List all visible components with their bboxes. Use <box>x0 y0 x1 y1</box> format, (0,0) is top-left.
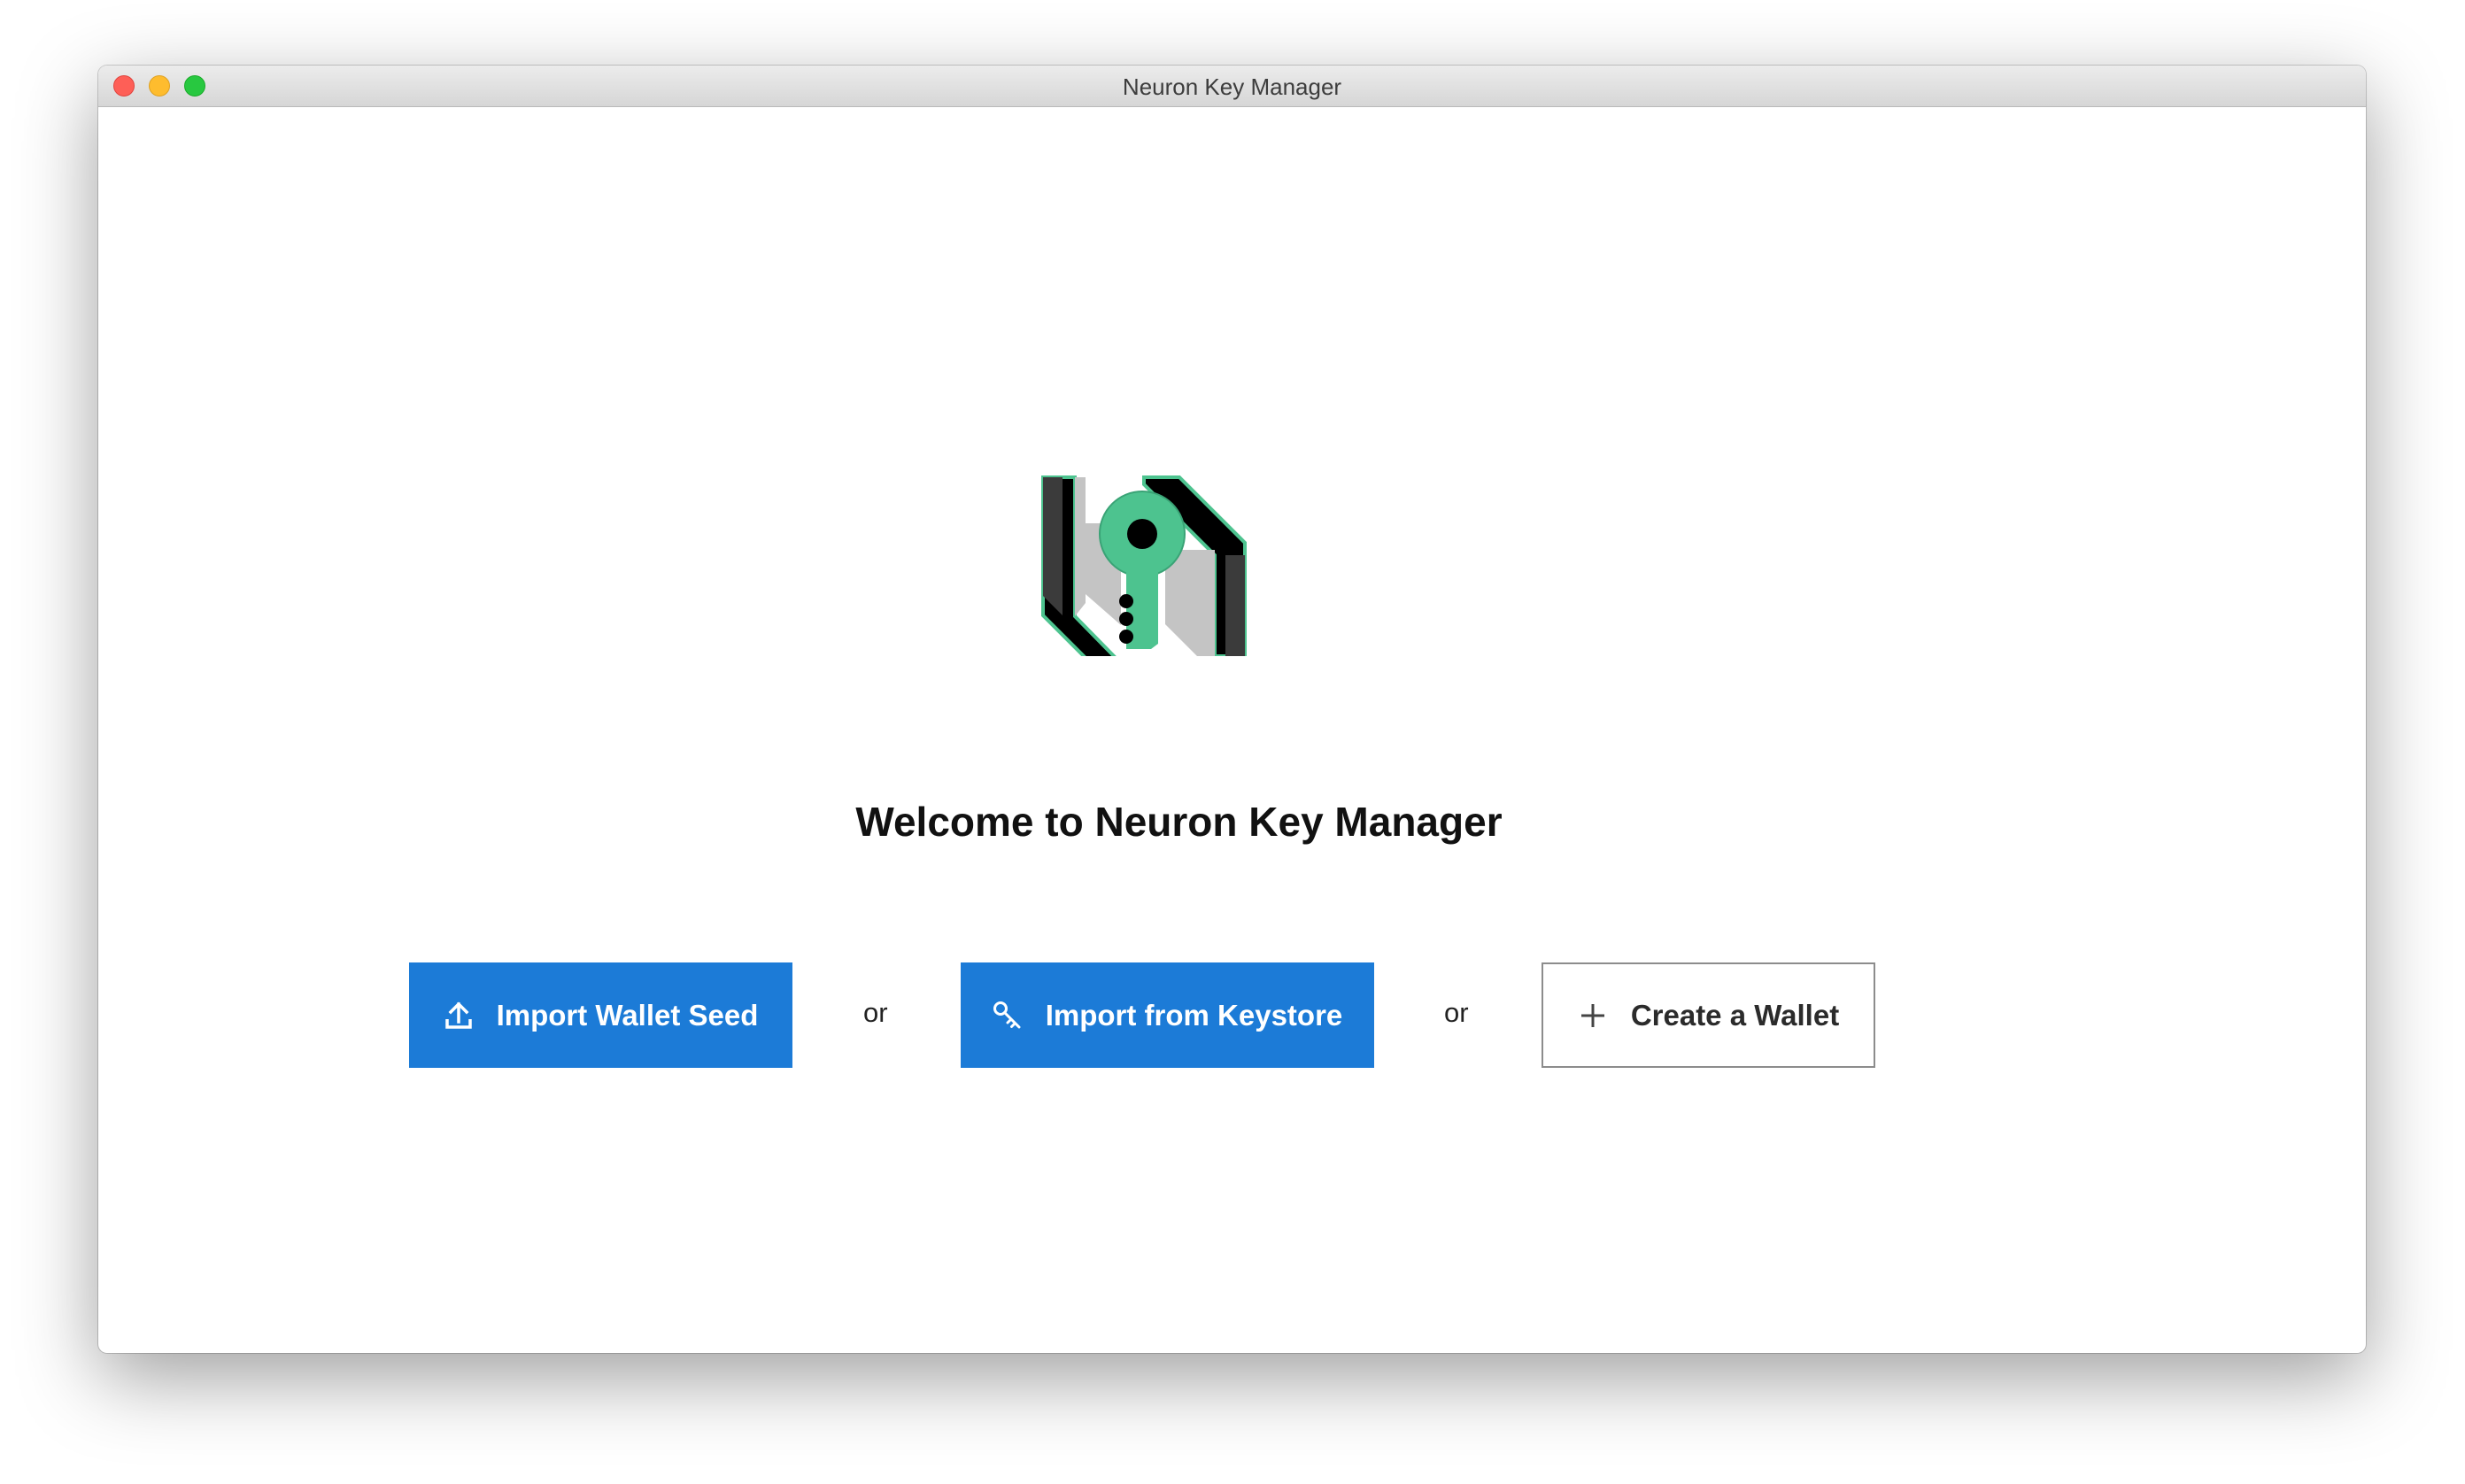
upload-icon <box>444 1001 472 1029</box>
app-window: Neuron Key Manager Welcome to Neuron Key… <box>98 66 2366 1353</box>
import-wallet-seed-button[interactable]: Import Wallet Seed <box>409 962 792 1068</box>
neuron-key-logo-icon <box>1041 475 1247 656</box>
import-from-keystore-label: Import from Keystore <box>1045 998 1343 1032</box>
or-separator: or <box>1444 997 1469 1028</box>
import-wallet-seed-label: Import Wallet Seed <box>496 998 759 1032</box>
import-from-keystore-button[interactable]: Import from Keystore <box>961 962 1374 1068</box>
or-separator: or <box>863 997 888 1028</box>
title-bar[interactable]: Neuron Key Manager <box>98 66 2366 107</box>
key-icon <box>993 1001 1021 1028</box>
welcome-heading: Welcome to Neuron Key Manager <box>855 799 1503 845</box>
create-wallet-button[interactable]: Create a Wallet <box>1542 962 1875 1068</box>
welcome-screen: Welcome to Neuron Key Manager Import Wal… <box>98 107 2366 1353</box>
window-title: Neuron Key Manager <box>1122 73 1342 100</box>
plus-icon <box>1580 1003 1604 1027</box>
create-wallet-label: Create a Wallet <box>1630 998 1840 1032</box>
